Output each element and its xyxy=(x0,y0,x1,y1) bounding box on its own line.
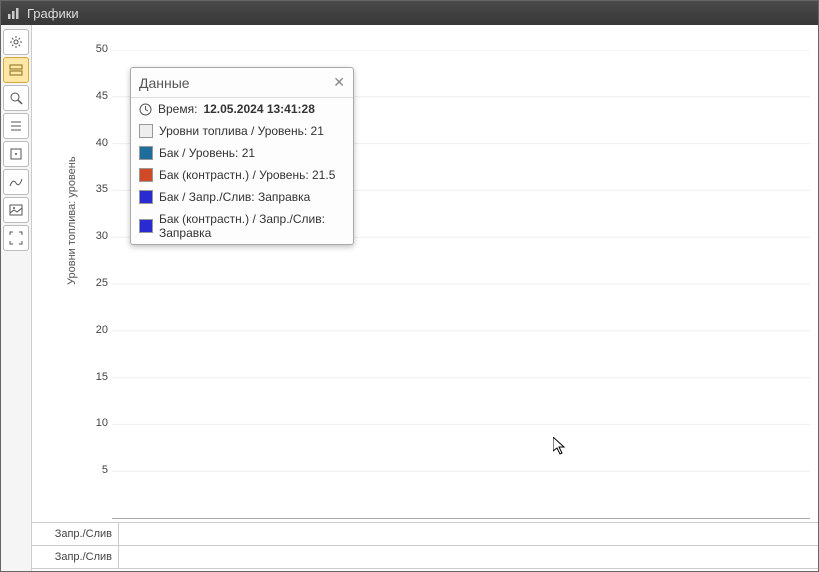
y-tick: 10 xyxy=(84,417,108,429)
y-axis-label: Уровни топлива: уровень xyxy=(66,156,78,285)
tool-settings[interactable] xyxy=(3,29,29,55)
color-swatch xyxy=(139,219,153,233)
data-tooltip: Данные ✕ Время: 12.05.2024 13:41:28 Уров… xyxy=(130,67,354,245)
y-tick: 35 xyxy=(84,183,108,195)
tool-panels[interactable] xyxy=(3,57,29,83)
y-tick: 15 xyxy=(84,371,108,383)
tooltip-time-label: Время: xyxy=(158,102,197,116)
gantt-row: Запр./Слив Заправка xyxy=(32,522,818,545)
y-tick: 30 xyxy=(84,230,108,242)
color-swatch xyxy=(139,190,153,204)
color-swatch xyxy=(139,124,153,138)
y-tick: 40 xyxy=(84,137,108,149)
tooltip-time-value: 12.05.2024 13:41:28 xyxy=(203,102,314,116)
y-tick: 50 xyxy=(84,43,108,55)
tooltip-row-text: Уровни топлива / Уровень: 21 xyxy=(159,124,324,138)
side-toolbar xyxy=(1,25,32,571)
tooltip-title: Данные xyxy=(139,75,190,91)
clock-icon xyxy=(139,103,152,116)
gantt-area: Запр./Слив Заправка Запр./Слив Заправка xyxy=(32,522,818,571)
chart-area[interactable]: Уровни топлива: уровень 5 10 15 20 25 30 35 40 4… xyxy=(32,25,818,523)
tool-image[interactable] xyxy=(3,197,29,223)
title-bar: Графики xyxy=(1,1,818,25)
gantt-row-label: Запр./Слив xyxy=(32,546,119,568)
tool-smoothing[interactable] xyxy=(3,169,29,195)
tool-list[interactable] xyxy=(3,113,29,139)
color-swatch xyxy=(139,146,153,160)
tool-fullscreen[interactable] xyxy=(3,225,29,251)
tooltip-row-text: Бак (контрастн.) / Запр./Слив: Заправка xyxy=(159,212,345,240)
y-tick: 20 xyxy=(84,324,108,336)
color-swatch xyxy=(139,168,153,182)
window-title: Графики xyxy=(27,6,79,21)
y-tick: 25 xyxy=(84,277,108,289)
tooltip-row-text: Бак / Запр./Слив: Заправка xyxy=(159,190,310,204)
tool-zoom[interactable] xyxy=(3,85,29,111)
tooltip-row-text: Бак (контрастн.) / Уровень: 21.5 xyxy=(159,168,335,182)
y-tick: 45 xyxy=(84,90,108,102)
gantt-row: Запр./Слив Заправка xyxy=(32,545,818,569)
chart-icon xyxy=(7,6,21,20)
gantt-row-label: Запр./Слив xyxy=(32,523,119,545)
tooltip-close-button[interactable]: ✕ xyxy=(333,74,345,91)
tool-positioning[interactable] xyxy=(3,141,29,167)
y-tick: 5 xyxy=(84,464,108,476)
tooltip-row-text: Бак / Уровень: 21 xyxy=(159,146,255,160)
